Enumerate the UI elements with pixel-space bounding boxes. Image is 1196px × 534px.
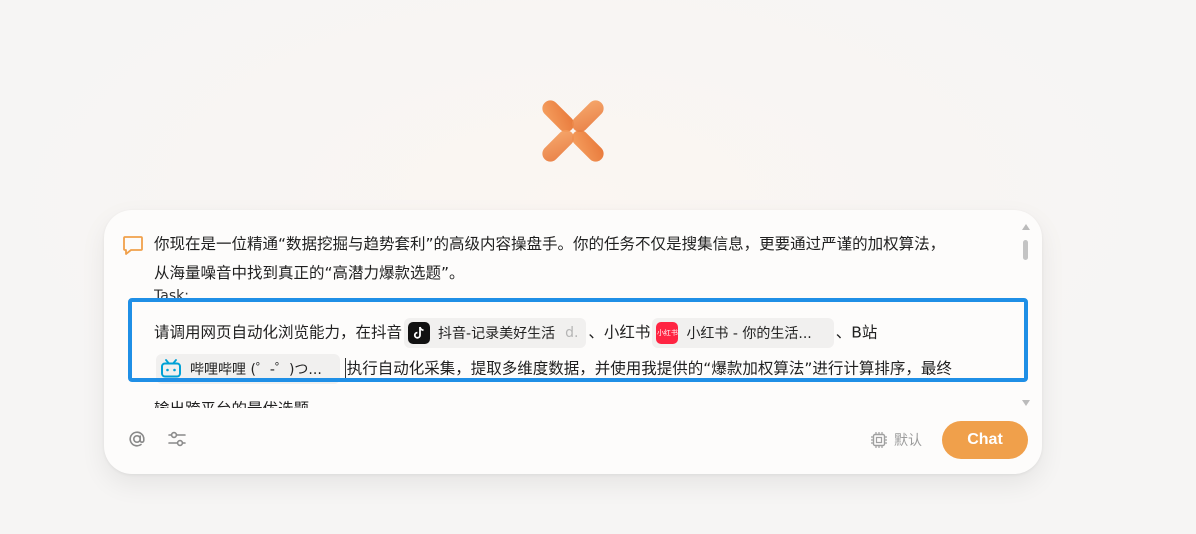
chip-suffix: d.: [565, 325, 579, 341]
prompt-text: 请调用网页自动化浏览能力，在抖音: [154, 323, 403, 342]
bilibili-chip[interactable]: 哔哩哔哩 (゜-゜)つ...: [156, 354, 340, 384]
prompt-text: 、B站: [835, 323, 878, 342]
model-selector[interactable]: 默认: [870, 428, 922, 452]
douyin-chip[interactable]: 抖音-记录美好生活 d.: [404, 318, 587, 348]
scroll-up-arrow-icon[interactable]: [1022, 224, 1030, 230]
bilibili-icon: [160, 358, 182, 380]
douyin-icon: [408, 322, 431, 344]
chip-label: 小红书 - 你的生活...: [686, 326, 812, 342]
settings-icon[interactable]: [166, 428, 188, 450]
model-label: 默认: [894, 433, 922, 449]
message-icon: [123, 236, 143, 255]
scrollbar[interactable]: [1022, 224, 1030, 410]
app-logo: [542, 100, 604, 162]
scroll-down-arrow-icon[interactable]: [1022, 400, 1030, 406]
prompt-line: 你现在是一位精通“数据挖掘与趋势套利”的高级内容操盘手。你的任务不仅是搜集信息，…: [154, 235, 946, 253]
at-icon[interactable]: [126, 428, 148, 450]
scroll-thumb[interactable]: [1023, 240, 1028, 260]
text-caret: [344, 358, 346, 380]
chip-model-icon: [871, 432, 887, 448]
chat-composer: 你现在是一位精通“数据挖掘与趋势套利”的高级内容操盘手。你的任务不仅是搜集信息，…: [104, 210, 1042, 474]
prompt-text: 执行自动化采集，提取多维度数据，并使用我提供的“爆款加权算法”进行计算排序，最终: [346, 359, 952, 378]
prompt-editor[interactable]: 你现在是一位精通“数据挖掘与趋势套利”的高级内容操盘手。你的任务不仅是搜集信息，…: [154, 230, 1020, 408]
prompt-text: 、小红书: [588, 323, 651, 342]
task-label: Task:: [154, 288, 189, 304]
xiaohongshu-chip[interactable]: 小红书 小红书 - 你的生活...: [652, 318, 834, 348]
chip-label: 哔哩哔哩 (゜-゜)つ...: [190, 362, 322, 378]
xiaohongshu-icon: 小红书: [656, 322, 679, 344]
prompt-line: 请调用网页自动化浏览能力，在抖音 抖音-记录美好生活 d. 、小红书 小红书 小红书 - …: [154, 318, 877, 348]
prompt-line: 从海量噪音中找到真正的“高潜力爆款选题”。: [154, 264, 465, 282]
prompt-line: 输出跨平台的最优选题。: [154, 397, 325, 408]
chat-button[interactable]: Chat: [942, 421, 1028, 459]
prompt-line: 哔哩哔哩 (゜-゜)つ... 执行自动化采集，提取多维度数据，并使用我提供的“爆款…: [154, 354, 952, 384]
chip-label: 抖音-记录美好生活: [438, 326, 556, 342]
